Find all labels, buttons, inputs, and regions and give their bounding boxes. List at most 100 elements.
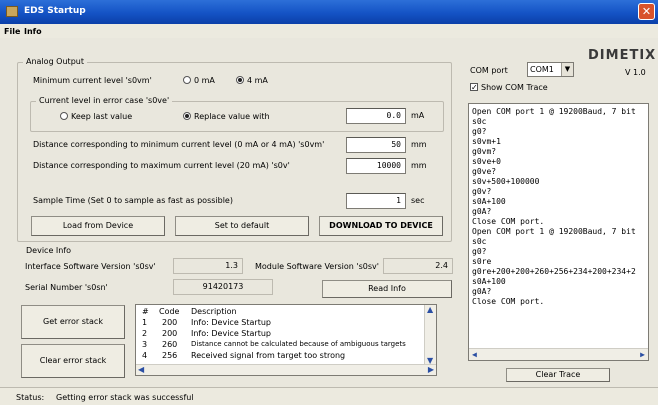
table-row[interactable]: 2 200 Info: Device Startup xyxy=(136,329,416,339)
row-desc: Distance cannot be calculated because of… xyxy=(191,340,406,348)
radio-4ma[interactable] xyxy=(236,76,244,84)
clear-trace-button[interactable]: Clear Trace xyxy=(506,368,610,382)
sample-time-label: Sample Time (Set 0 to sample as fast as … xyxy=(33,196,233,205)
scroll-right-icon[interactable]: ▶ xyxy=(428,365,434,374)
iface-version-value: 1.3 xyxy=(173,258,243,274)
window-title: EDS Startup xyxy=(24,6,86,16)
radio-0ma[interactable] xyxy=(183,76,191,84)
dimetix-logo: DIMETIX xyxy=(588,48,657,63)
dist-max-input[interactable]: 10000 xyxy=(346,158,406,174)
trace-line: Close COM port. xyxy=(472,217,545,226)
scroll-up-icon[interactable]: ▲ xyxy=(427,305,433,314)
min-current-label: Minimum current level 's0vm' xyxy=(33,76,152,85)
app-version: V 1.0 xyxy=(625,68,646,77)
chevron-down-icon[interactable]: ▼ xyxy=(561,63,573,76)
error-case-label: Current level in error case 's0ve' xyxy=(36,96,173,105)
radio-replace-label: Replace value with xyxy=(194,112,270,121)
trace-line: s0v+500+100000 xyxy=(472,177,540,186)
header-code: Code xyxy=(159,307,180,316)
radio-replace[interactable] xyxy=(183,112,191,120)
module-version-label: Module Software Version 's0sv' xyxy=(255,262,379,271)
trace-line: s0A+100 xyxy=(472,277,506,286)
trace-line: g0? xyxy=(472,247,487,256)
clear-error-stack-button[interactable]: Clear error stack xyxy=(21,344,125,378)
iface-version-label: Interface Software Version 's0sv' xyxy=(25,262,156,271)
scroll-left-icon[interactable]: ◀ xyxy=(472,350,477,360)
dist-max-unit: mm xyxy=(411,161,427,170)
status-label: Status: xyxy=(16,393,45,402)
app-icon xyxy=(6,6,18,17)
trace-hscroll[interactable]: ◀ ▶ xyxy=(469,348,648,360)
header-num: # xyxy=(142,307,149,316)
trace-line: s0ve+0 xyxy=(472,157,501,166)
close-button[interactable]: ✕ xyxy=(638,3,655,20)
row-desc: Info: Device Startup xyxy=(191,318,271,327)
menu-bar: File Info xyxy=(0,24,658,38)
radio-keep-last-label: Keep last value xyxy=(71,112,133,121)
trace-line: s0A+100 xyxy=(472,197,506,206)
trace-line: g0? xyxy=(472,127,487,136)
error-stack-table[interactable]: # Code Description 1 200 Info: Device St… xyxy=(135,304,437,376)
replace-value-input[interactable]: 0.0 xyxy=(346,108,406,124)
serial-number-value: 91420173 xyxy=(173,279,273,295)
table-vscroll[interactable]: ▲ ▼ xyxy=(424,305,436,365)
trace-line: s0c xyxy=(472,117,487,126)
trace-line: Close COM port. xyxy=(472,297,545,306)
scroll-left-icon[interactable]: ◀ xyxy=(138,365,144,374)
dist-min-input[interactable]: 50 xyxy=(346,137,406,153)
trace-line: g0ve? xyxy=(472,167,497,176)
radio-0ma-label: 0 mA xyxy=(194,76,215,85)
table-row[interactable]: 3 260 Distance cannot be calculated beca… xyxy=(136,340,416,350)
table-row[interactable]: 1 200 Info: Device Startup xyxy=(136,318,416,328)
row-num: 2 xyxy=(142,329,148,338)
table-row[interactable]: 4 256 Received signal from target too st… xyxy=(136,351,416,361)
show-trace-checkbox[interactable]: ✓ xyxy=(470,83,478,92)
trace-line: Open COM port 1 @ 19200Baud, 7 bit xyxy=(472,227,636,236)
com-port-select[interactable]: COM1 ▼ xyxy=(527,62,574,77)
trace-line: g0A? xyxy=(472,207,492,216)
title-bar: EDS Startup ✕ xyxy=(0,0,658,24)
sample-time-unit: sec xyxy=(411,196,425,205)
row-desc: Info: Device Startup xyxy=(191,329,271,338)
analog-output-label: Analog Output xyxy=(23,57,87,66)
table-hscroll[interactable]: ◀ ▶ xyxy=(136,364,436,375)
row-code: 200 xyxy=(162,318,178,327)
row-num: 3 xyxy=(142,340,148,349)
scroll-right-icon[interactable]: ▶ xyxy=(640,350,645,360)
get-error-stack-button[interactable]: Get error stack xyxy=(21,305,125,339)
menu-file[interactable]: File xyxy=(4,27,20,36)
row-desc: Received signal from target too strong xyxy=(191,351,346,360)
status-bar: Status: Getting error stack was successf… xyxy=(0,387,658,405)
trace-line: s0c xyxy=(472,237,487,246)
device-info-label: Device Info xyxy=(23,246,75,255)
serial-number-label: Serial Number 's0sn' xyxy=(25,283,108,292)
header-desc: Description xyxy=(191,307,237,316)
row-code: 260 xyxy=(162,340,178,349)
load-from-device-button[interactable]: Load from Device xyxy=(31,216,165,236)
dist-min-label: Distance corresponding to minimum curren… xyxy=(33,140,325,149)
trace-line: g0vm? xyxy=(472,147,497,156)
trace-line: g0v? xyxy=(472,187,492,196)
radio-keep-last[interactable] xyxy=(60,112,68,120)
show-trace-label: Show COM Trace xyxy=(481,83,548,92)
trace-line: Open COM port 1 @ 19200Baud, 7 bit xyxy=(472,107,636,116)
sample-time-input[interactable]: 1 xyxy=(346,193,406,209)
set-default-button[interactable]: Set to default xyxy=(175,216,309,236)
com-port-value: COM1 xyxy=(530,65,554,74)
module-version-value: 2.4 xyxy=(383,258,453,274)
download-to-device-button[interactable]: DOWNLOAD TO DEVICE xyxy=(319,216,443,236)
menu-info[interactable]: Info xyxy=(24,27,42,36)
status-text: Getting error stack was successful xyxy=(56,393,194,402)
row-num: 1 xyxy=(142,318,148,327)
dist-min-unit: mm xyxy=(411,140,427,149)
replace-unit: mA xyxy=(411,111,425,120)
table-header: # Code Description xyxy=(136,307,416,317)
read-info-button[interactable]: Read Info xyxy=(322,280,452,298)
row-code: 200 xyxy=(162,329,178,338)
row-code: 256 xyxy=(162,351,178,360)
com-trace-console[interactable]: Open COM port 1 @ 19200Baud, 7 bit s0c g0?… xyxy=(468,103,649,361)
dist-max-label: Distance corresponding to maximum curren… xyxy=(33,161,290,170)
row-num: 4 xyxy=(142,351,148,360)
com-port-label: COM port xyxy=(470,66,508,75)
trace-line: s0vm+1 xyxy=(472,137,501,146)
